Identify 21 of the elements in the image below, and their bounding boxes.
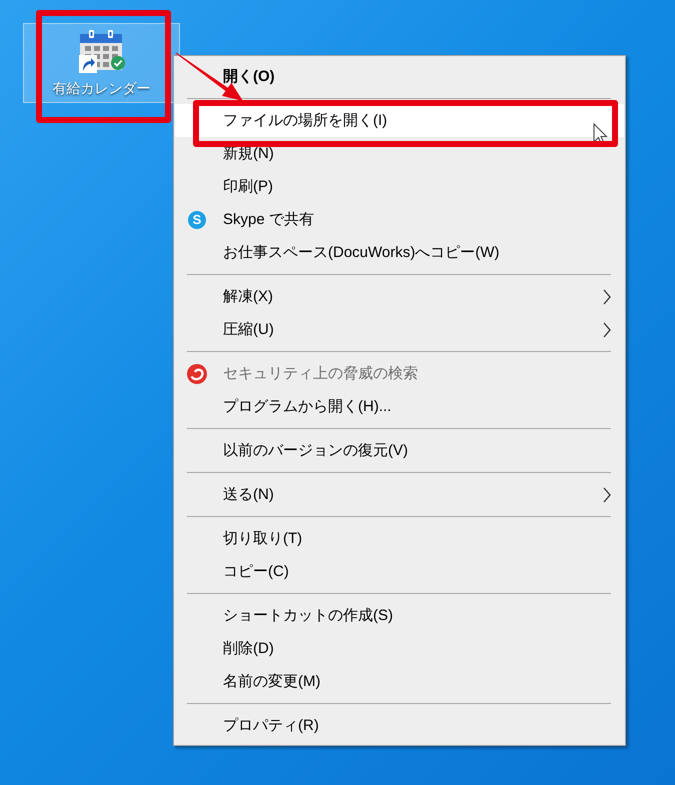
menu-item[interactable]: 名前の変更(M) — [175, 665, 624, 698]
chevron-right-icon — [603, 288, 611, 304]
chevron-right-icon — [603, 486, 611, 502]
menu-item[interactable]: プログラムから開く(H)... — [175, 390, 624, 423]
check-badge-icon — [110, 56, 124, 70]
menu-item[interactable]: ファイルの場所を開く(I) — [175, 104, 624, 137]
circle-logo-icon — [187, 364, 207, 384]
menu-item[interactable]: お仕事スペース(DocuWorks)へコピー(W) — [175, 236, 624, 269]
menu-item[interactable]: 送る(N) — [175, 478, 624, 511]
menu-item[interactable]: プロパティ(R) — [175, 709, 624, 742]
chevron-right-icon — [603, 322, 611, 338]
menu-item[interactable]: 解凍(X) — [175, 280, 624, 313]
menu-item[interactable]: 印刷(P) — [175, 170, 624, 203]
menu-item[interactable]: ショートカットの作成(S) — [175, 599, 624, 632]
menu-item[interactable]: コピー(C) — [175, 555, 624, 588]
menu-item[interactable]: S Skype で共有 — [175, 203, 624, 236]
menu-item[interactable]: 削除(D) — [175, 632, 624, 665]
menu-item[interactable]: 切り取り(T) — [175, 522, 624, 555]
menu-item[interactable]: 以前のバージョンの復元(V) — [175, 434, 624, 467]
menu-item[interactable]: 圧縮(U) — [175, 313, 624, 346]
s-logo-icon: S — [188, 210, 206, 228]
